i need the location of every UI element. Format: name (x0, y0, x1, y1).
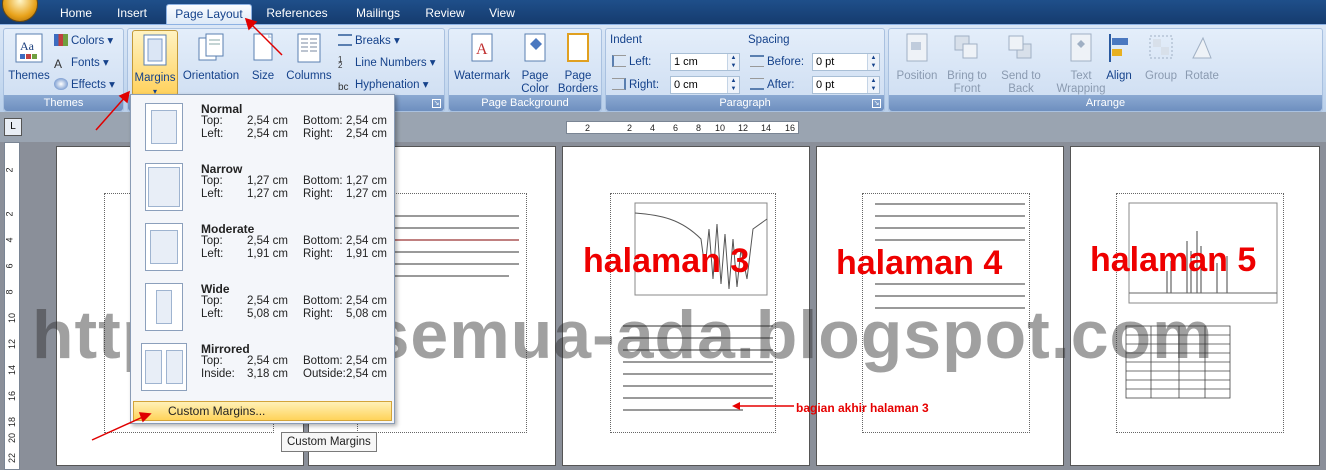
arrow-to-margins-button (95, 95, 127, 131)
arrow-to-page-layout-tab (249, 22, 283, 56)
arrowhead (138, 412, 152, 423)
annotation-arrows (91, 17, 283, 441)
arrow-to-custom-margins (91, 415, 146, 441)
